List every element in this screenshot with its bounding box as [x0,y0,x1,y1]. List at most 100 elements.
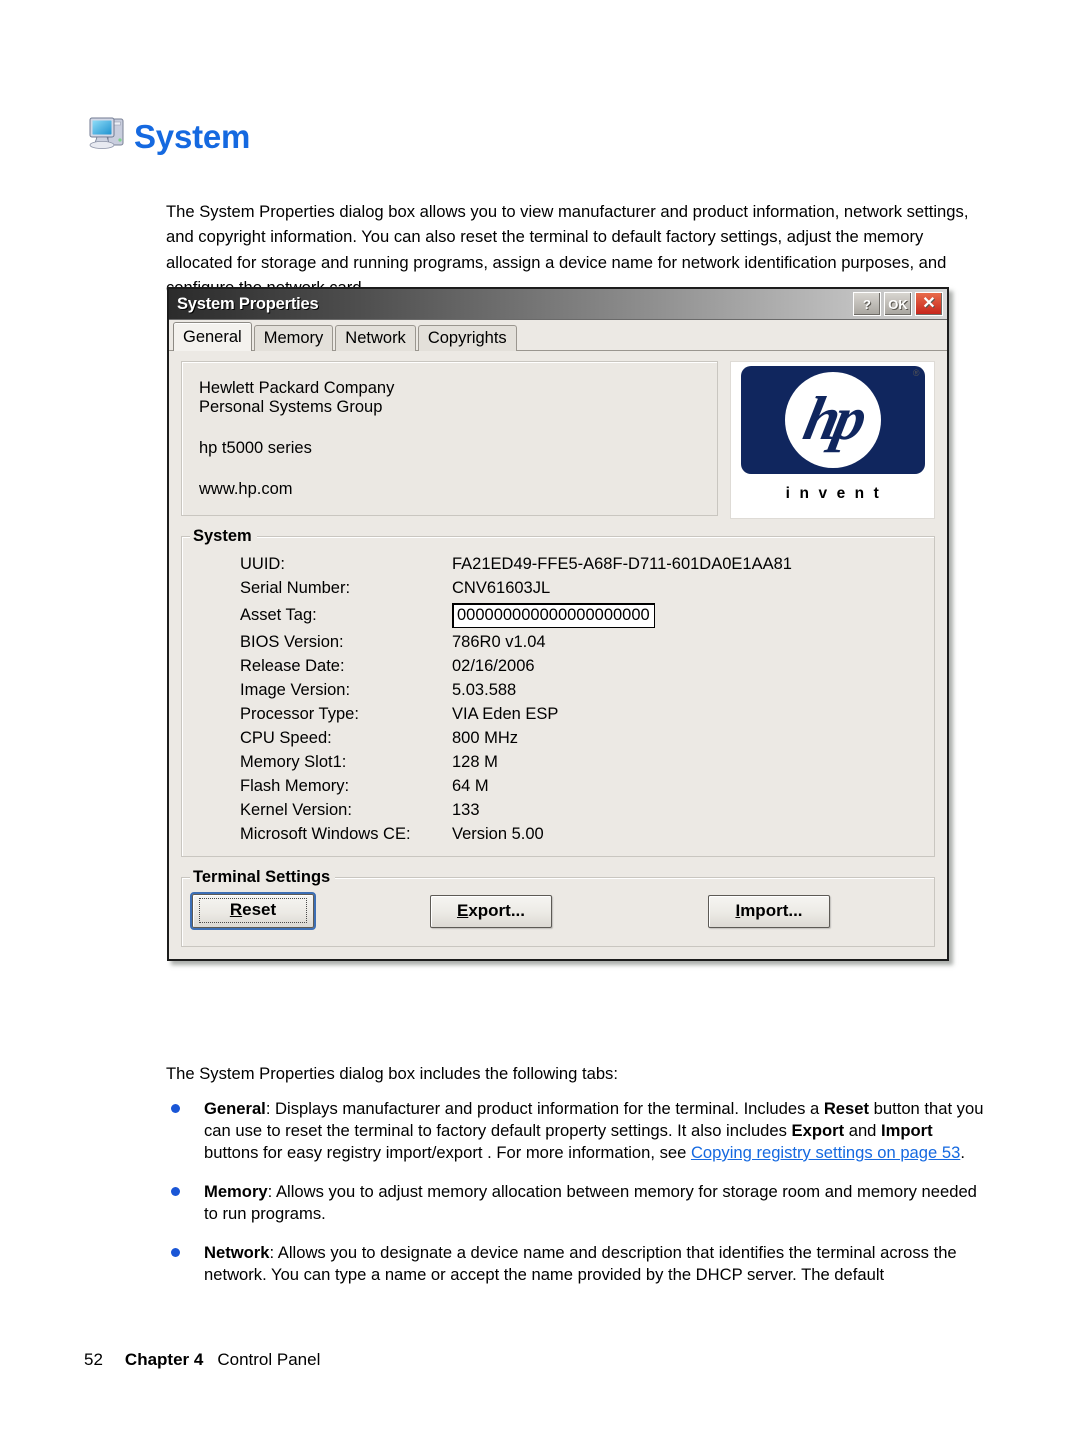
dialog-body: Hewlett Packard Company Personal Systems… [169,351,947,959]
bullet-text: : Allows you to adjust memory allocation… [204,1182,977,1223]
table-row: Image Version: 5.03.588 [240,678,792,702]
page-number: 52 [84,1350,103,1369]
tab-memory[interactable]: Memory [253,325,334,351]
my-computer-icon [86,112,132,156]
bullet-bold-export: Export [791,1121,845,1140]
hp-logo: ® hp invent [730,361,935,519]
table-row: Flash Memory: 64 M [240,774,792,798]
page-footer: 52 Chapter 4 Control Panel [84,1350,320,1370]
manufacturer-info-box: Hewlett Packard Company Personal Systems… [181,361,718,516]
export-accel: E [456,900,469,920]
company-name: Hewlett Packard Company [199,379,395,397]
table-row: Release Date: 02/16/2006 [240,654,792,678]
reset-label: eset [242,900,277,919]
table-row: Processor Type: VIA Eden ESP [240,702,792,726]
system-properties-dialog: System Properties ? OK ✕ General Memory … [167,287,949,961]
terminal-settings-groupbox: Terminal Settings Reset Export... Import… [181,867,935,947]
row-value: Version 5.00 [452,824,544,843]
terminal-settings-buttons: Reset Export... Import... [190,892,924,930]
tab-general[interactable]: General [173,322,252,351]
close-button[interactable]: ✕ [915,292,943,316]
row-label: Flash Memory: [240,776,350,795]
table-row: Memory Slot1: 128 M [240,750,792,774]
bullet-term: Memory [204,1182,268,1201]
row-label: BIOS Version: [240,632,344,651]
asset-tag-input[interactable]: 000000000000000000000 [452,602,655,628]
bullet-text: : Allows you to designate a device name … [204,1243,957,1284]
tab-description-list: General: Displays manufacturer and produ… [166,1098,990,1303]
table-row: BIOS Version: 786R0 v1.04 [240,630,792,654]
bullet-bold-import: Import [881,1121,933,1140]
help-button[interactable]: ? [853,292,881,316]
table-row: Kernel Version: 133 [240,798,792,822]
table-row: Serial Number: CNV61603JL [240,576,792,600]
registered-trademark-icon: ® [912,368,920,378]
hp-badge-icon: ® hp [740,366,925,474]
dialog-titlebar: System Properties ? OK ✕ [169,289,947,320]
list-item: Network: Allows you to designate a devic… [166,1242,990,1286]
cross-reference-link[interactable]: Copying registry settings on page 53 [691,1143,960,1162]
dialog-tabstrip: General Memory Network Copyrights [169,320,947,351]
reset-button[interactable]: Reset [190,892,316,930]
table-row: UUID: FA21ED49-FFE5-A68F-D711-601DA0E1AA… [240,552,792,576]
row-value: 133 [452,800,480,819]
row-label: Release Date: [240,656,345,675]
row-value: 64 M [452,776,489,795]
bullet-text: and [844,1121,882,1140]
chapter-label: Chapter 4 [124,1350,204,1369]
row-label: Memory Slot1: [240,752,347,771]
bullet-bold-reset: Reset [823,1099,870,1118]
row-label: Serial Number: [240,578,351,597]
hp-tagline: invent [785,485,889,502]
row-value: 02/16/2006 [452,656,535,675]
table-row: Asset Tag: 000000000000000000000 [240,600,792,630]
bullet-icon [171,1104,180,1113]
table-row: CPU Speed: 800 MHz [240,726,792,750]
bullet-icon [171,1187,180,1196]
bullet-text: : Displays manufacturer and product info… [265,1099,824,1118]
product-name: hp t5000 series [199,439,312,457]
bullet-term: General [204,1099,266,1118]
row-label: CPU Speed: [240,728,332,747]
row-value: 800 MHz [452,728,519,747]
intro-paragraph: The System Properties dialog box allows … [166,201,969,298]
ok-button[interactable]: OK [884,292,912,316]
row-value: 786R0 v1.04 [452,632,546,651]
system-group-title: System [190,526,257,546]
identity-row: Hewlett Packard Company Personal Systems… [181,361,935,519]
dialog-title: System Properties [177,294,319,313]
tab-copyrights[interactable]: Copyrights [417,325,517,351]
row-value: 5.03.588 [452,680,517,699]
list-item: Memory: Allows you to adjust memory allo… [166,1181,990,1225]
list-item: General: Displays manufacturer and produ… [166,1098,990,1164]
import-button[interactable]: Import... [708,894,830,928]
row-value: FA21ED49-FFE5-A68F-D711-601DA0E1AA81 [452,554,792,573]
bullet-icon [171,1248,180,1257]
row-value: CNV61603JL [452,578,551,597]
row-label: Kernel Version: [240,800,352,819]
import-label: mport... [740,900,803,920]
terminal-settings-title: Terminal Settings [190,867,336,887]
row-label: Processor Type: [240,704,359,723]
table-row: Microsoft Windows CE: Version 5.00 [240,822,792,846]
bullet-text: buttons for easy registry import/export … [204,1143,691,1162]
system-info-table: UUID: FA21ED49-FFE5-A68F-D711-601DA0E1AA… [240,552,792,846]
row-label: UUID: [240,554,285,573]
page-heading: System [86,112,250,156]
bullet-text: . [960,1143,965,1162]
website-url: www.hp.com [199,480,293,498]
bullet-term: Network [204,1243,270,1262]
system-groupbox: System UUID: FA21ED49-FFE5-A68F-D711-601… [181,526,935,857]
row-label: Asset Tag: [240,605,317,624]
reset-accel: R [229,900,243,919]
division-name: Personal Systems Group [199,398,383,416]
tab-network[interactable]: Network [335,325,416,351]
export-button[interactable]: Export... [430,894,552,928]
tabs-intro-text: The System Properties dialog box include… [166,1064,618,1083]
row-label: Microsoft Windows CE: [240,824,411,843]
page-title: System [134,117,251,155]
row-label: Image Version: [240,680,351,699]
titlebar-buttons: ? OK ✕ [853,292,943,316]
export-label: xport... [468,900,525,920]
row-value: 128 M [452,752,498,771]
